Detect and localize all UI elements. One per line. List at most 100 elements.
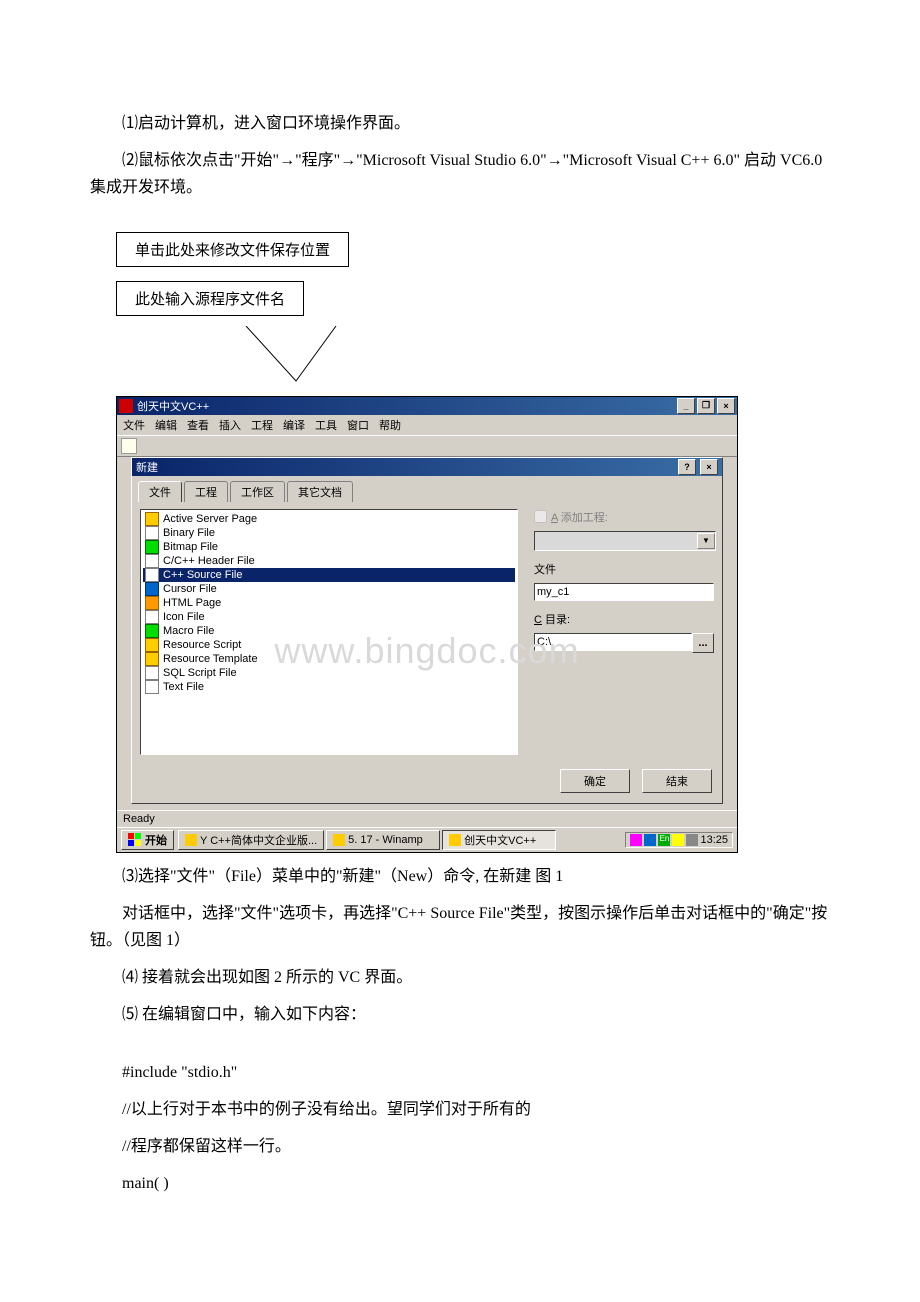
code-line-3: //程序都保留这样一行。: [90, 1133, 830, 1160]
file-type-label: HTML Page: [163, 597, 221, 609]
paragraph-6: ⑸ 在编辑窗口中，输入如下内容：: [90, 1001, 830, 1028]
taskbar-app-label: Y C++简体中文企业版...: [200, 832, 317, 848]
taskbar-app-button[interactable]: 创天中文VC++: [442, 830, 556, 850]
menu-edit[interactable]: 编辑: [155, 417, 177, 433]
file-type-item[interactable]: Resource Template: [143, 652, 515, 666]
menu-view[interactable]: 查看: [187, 417, 209, 433]
tab-other-docs[interactable]: 其它文档: [287, 481, 353, 502]
toolbar: [117, 435, 737, 457]
file-type-item[interactable]: Bitmap File: [143, 540, 515, 554]
file-type-label: Bitmap File: [163, 541, 218, 553]
file-type-icon: [145, 526, 159, 540]
file-type-item[interactable]: C++ Source File: [143, 568, 515, 582]
taskbar-app-icon: [449, 834, 461, 846]
taskbar-app-label: 创天中文VC++: [464, 832, 536, 848]
file-type-list[interactable]: Active Server PageBinary File Bitmap File…: [140, 509, 518, 755]
status-text: Ready: [123, 813, 155, 825]
file-type-item[interactable]: Text File: [143, 680, 515, 694]
file-type-icon: [145, 596, 159, 610]
add-to-project-checkbox: A 添加工程:: [534, 509, 714, 525]
start-button[interactable]: 开始: [121, 830, 174, 850]
code-line-4: main( ): [90, 1170, 830, 1197]
file-type-icon: [145, 610, 159, 624]
ok-button[interactable]: 确定: [560, 769, 630, 793]
tab-workspaces[interactable]: 工作区: [230, 481, 285, 502]
dialog-titlebar: 新建 ? ×: [132, 458, 722, 476]
dialog-close-button[interactable]: ×: [700, 459, 718, 475]
file-type-icon: [145, 568, 159, 582]
file-type-icon: [145, 512, 159, 526]
file-name-input[interactable]: [534, 583, 714, 601]
code-line-2: //以上行对于本书中的例子没有给出。望同学们对于所有的: [90, 1096, 830, 1123]
file-type-item[interactable]: Icon File: [143, 610, 515, 624]
file-type-item[interactable]: Cursor File: [143, 582, 515, 596]
file-type-label: Resource Template: [163, 653, 258, 665]
taskbar-app-label: 5. 17 - Winamp: [348, 834, 423, 846]
file-type-icon: [145, 638, 159, 652]
file-type-icon: [145, 680, 159, 694]
file-type-item[interactable]: C/C++ Header File: [143, 554, 515, 568]
menubar: 文件 编辑 查看 插入 工程 编译 工具 窗口 帮助: [117, 415, 737, 435]
window-title: 创天中文VC++: [137, 398, 209, 414]
file-type-label: Text File: [163, 681, 204, 693]
file-type-item[interactable]: HTML Page: [143, 596, 515, 610]
taskbar: 开始 Y C++简体中文企业版... 5. 17 - Winamp 创天中文VC++…: [117, 827, 737, 852]
close-button[interactable]: ×: [717, 398, 735, 414]
directory-label: C 目录:: [534, 611, 714, 627]
file-type-item[interactable]: Macro File: [143, 624, 515, 638]
menu-file[interactable]: 文件: [123, 417, 145, 433]
taskbar-app-button[interactable]: Y C++简体中文企业版...: [178, 830, 324, 850]
paragraph-1: ⑴启动计算机，进入窗口环境操作界面。: [90, 110, 830, 137]
minimize-button[interactable]: _: [677, 398, 695, 414]
cancel-button[interactable]: 结束: [642, 769, 712, 793]
system-tray: En 13:25: [625, 832, 733, 848]
file-type-item[interactable]: SQL Script File: [143, 666, 515, 680]
new-dialog: 新建 ? × 文件 工程 工作区 其它文档 Active Server Page…: [131, 457, 723, 804]
file-type-label: Cursor File: [163, 583, 217, 595]
tray-icon[interactable]: [630, 834, 642, 846]
menu-project[interactable]: 工程: [251, 417, 273, 433]
file-type-label: C/C++ Header File: [163, 555, 255, 567]
file-name-label: 文件: [534, 561, 714, 577]
browse-button[interactable]: ...: [692, 633, 714, 653]
code-line-1: #include "stdio.h": [90, 1059, 830, 1086]
dialog-tabs: 文件 工程 工作区 其它文档: [132, 476, 722, 501]
tab-projects[interactable]: 工程: [184, 481, 228, 502]
tray-icon[interactable]: [672, 834, 684, 846]
file-type-label: SQL Script File: [163, 667, 237, 679]
ime-icon[interactable]: En: [658, 834, 670, 846]
toolbar-new-icon[interactable]: [121, 438, 137, 454]
taskbar-app-icon: [333, 834, 345, 846]
file-type-label: Resource Script: [163, 639, 241, 651]
menu-build[interactable]: 编译: [283, 417, 305, 433]
tray-icon[interactable]: [644, 834, 656, 846]
volume-icon[interactable]: [686, 834, 698, 846]
file-type-label: Binary File: [163, 527, 215, 539]
menu-help[interactable]: 帮助: [379, 417, 401, 433]
file-type-icon: [145, 540, 159, 554]
vc-window: www.bingdoc.com 创天中文VC++ _ ❐ × 文件 编辑 查看 …: [116, 396, 738, 853]
file-type-item[interactable]: Binary File: [143, 526, 515, 540]
add-to-project-input: [534, 510, 547, 523]
file-type-label: Icon File: [163, 611, 205, 623]
paragraph-5: ⑷ 接着就会出现如图 2 所示的 VC 界面。: [90, 964, 830, 991]
windows-logo-icon: [128, 833, 142, 847]
file-type-item[interactable]: Active Server Page: [143, 512, 515, 526]
menu-window[interactable]: 窗口: [347, 417, 369, 433]
menu-tools[interactable]: 工具: [315, 417, 337, 433]
dialog-title-text: 新建: [136, 459, 158, 475]
paragraph-2: ⑵鼠标依次点击"开始"→"程序"→"Microsoft Visual Studi…: [90, 147, 830, 201]
dialog-help-button[interactable]: ?: [678, 459, 696, 475]
taskbar-app-button[interactable]: 5. 17 - Winamp: [326, 830, 440, 850]
menu-insert[interactable]: 插入: [219, 417, 241, 433]
maximize-button[interactable]: ❐: [697, 398, 715, 414]
directory-input[interactable]: [534, 633, 692, 651]
file-type-icon: [145, 666, 159, 680]
window-titlebar: 创天中文VC++ _ ❐ ×: [117, 397, 737, 415]
paragraph-3: ⑶选择"文件"（File）菜单中的"新建"（New）命令, 在新建 图 1: [90, 863, 830, 890]
file-type-item[interactable]: Resource Script: [143, 638, 515, 652]
tab-files[interactable]: 文件: [138, 481, 182, 502]
file-type-icon: [145, 652, 159, 666]
app-icon: [119, 399, 133, 413]
statusbar: Ready: [117, 810, 737, 827]
